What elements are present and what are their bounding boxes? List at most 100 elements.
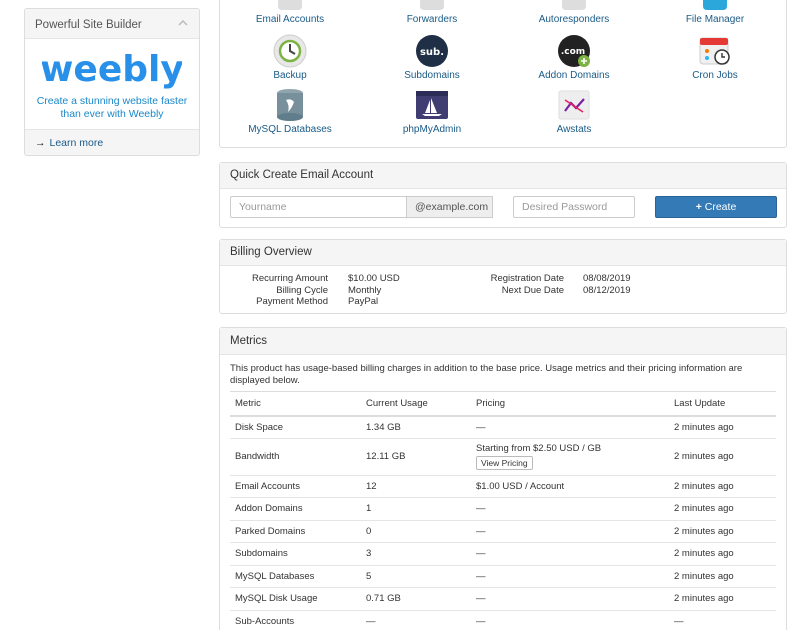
shortcut-cron-jobs[interactable]: Cron Jobs bbox=[645, 34, 785, 81]
table-row: Bandwidth 12.11 GB Starting from $2.50 U… bbox=[230, 438, 776, 476]
billing-label: Registration Date bbox=[490, 273, 564, 284]
metric-pricing: — bbox=[471, 542, 669, 566]
metric-usage: 12 bbox=[361, 475, 471, 498]
promo-description: Create a stunning website faster than ev… bbox=[36, 95, 188, 120]
subdomains-icon: sub. bbox=[416, 35, 448, 67]
svg-text:.com: .com bbox=[561, 47, 585, 57]
shortcut-autoresponders[interactable]: Autoresponders bbox=[504, 0, 644, 25]
table-row: Subdomains 3 — 2 minutes ago bbox=[230, 542, 776, 566]
metric-usage: 0 bbox=[361, 520, 471, 543]
promo-title: Powerful Site Builder bbox=[35, 19, 142, 31]
metric-name: MySQL Disk Usage bbox=[230, 587, 361, 611]
awstats-icon bbox=[558, 90, 590, 120]
shortcut-mysql-databases[interactable]: MySQL Databases bbox=[220, 88, 360, 135]
create-button[interactable]: + Create bbox=[655, 196, 777, 218]
cron-jobs-icon bbox=[699, 37, 730, 65]
metrics-title: Metrics bbox=[220, 328, 786, 355]
chevron-up-icon[interactable] bbox=[177, 17, 189, 29]
billing-value: 08/12/2019 bbox=[583, 285, 631, 296]
arrow-right-icon: → bbox=[35, 137, 46, 149]
forwarders-icon bbox=[420, 0, 444, 10]
billing-value: 08/08/2019 bbox=[583, 273, 631, 284]
metric-usage: — bbox=[361, 610, 471, 630]
shortcut-backup[interactable]: Backup bbox=[220, 34, 360, 81]
metric-name: Bandwidth bbox=[230, 438, 361, 476]
metric-name: MySQL Databases bbox=[230, 565, 361, 588]
metric-name: Addon Domains bbox=[230, 497, 361, 521]
metric-usage: 3 bbox=[361, 542, 471, 566]
table-row: Email Accounts 12 $1.00 USD / Account 2 … bbox=[230, 475, 776, 498]
shortcut-addon-domains[interactable]: .com Addon Domains bbox=[504, 34, 644, 81]
metric-pricing: — bbox=[471, 497, 669, 521]
svg-text:sub.: sub. bbox=[420, 47, 444, 58]
metric-pricing: — bbox=[471, 610, 669, 630]
metric-usage: 0.71 GB bbox=[361, 587, 471, 611]
email-icon bbox=[278, 0, 302, 10]
metrics-panel: Metrics This product has usage-based bil… bbox=[219, 327, 787, 630]
metric-updated: 2 minutes ago bbox=[669, 565, 776, 588]
backup-icon bbox=[273, 34, 307, 68]
quick-create-email-panel: Quick Create Email Account Yourname @exa… bbox=[219, 162, 787, 228]
metric-updated: 2 minutes ago bbox=[669, 415, 776, 439]
metric-updated: 2 minutes ago bbox=[669, 497, 776, 521]
view-pricing-button[interactable]: View Pricing bbox=[476, 456, 533, 470]
promo-panel-header: Powerful Site Builder bbox=[25, 9, 199, 39]
metric-pricing: — bbox=[471, 520, 669, 543]
billing-title: Billing Overview bbox=[220, 240, 786, 266]
username-input[interactable]: Yourname bbox=[230, 196, 407, 218]
shortcuts-panel: Email Accounts Forwarders Autoresponders… bbox=[219, 0, 787, 148]
table-row: MySQL Disk Usage 0.71 GB — 2 minutes ago bbox=[230, 587, 776, 611]
metrics-table: Metric Current Usage Pricing Last Update… bbox=[230, 391, 776, 630]
billing-value: $10.00 USD bbox=[348, 273, 400, 284]
metric-pricing: Starting from $2.50 USD / GB bbox=[476, 443, 602, 454]
metric-pricing: — bbox=[471, 415, 669, 439]
quick-create-title: Quick Create Email Account bbox=[220, 163, 786, 189]
billing-label: Billing Cycle bbox=[276, 285, 328, 296]
metric-pricing: — bbox=[471, 587, 669, 611]
column-header: Metric bbox=[230, 391, 361, 417]
billing-value: PayPal bbox=[348, 296, 379, 307]
metric-pricing: — bbox=[471, 565, 669, 588]
file-manager-icon bbox=[703, 0, 727, 10]
metric-updated: 2 minutes ago bbox=[669, 542, 776, 566]
shortcut-forwarders[interactable]: Forwarders bbox=[362, 0, 502, 25]
column-header: Last Update bbox=[669, 391, 776, 417]
metric-usage: 1 bbox=[361, 497, 471, 521]
shortcut-subdomains[interactable]: sub. Subdomains bbox=[362, 34, 502, 81]
shortcut-file-manager[interactable]: File Manager bbox=[645, 0, 785, 25]
metric-name: Parked Domains bbox=[230, 520, 361, 543]
metric-usage: 1.34 GB bbox=[361, 415, 471, 439]
svg-text:weebly: weebly bbox=[42, 49, 182, 90]
autoresponders-icon bbox=[562, 0, 586, 10]
metric-name: Sub-Accounts bbox=[230, 610, 361, 630]
metric-updated: 2 minutes ago bbox=[669, 438, 776, 476]
billing-value: Monthly bbox=[348, 285, 382, 296]
weebly-promo-panel: Powerful Site Builder weebly Create a st… bbox=[24, 8, 200, 156]
metrics-header-row: Metric Current Usage Pricing Last Update bbox=[230, 391, 776, 417]
password-input[interactable]: Desired Password bbox=[513, 196, 635, 218]
domain-suffix: @example.com bbox=[407, 196, 493, 218]
metric-updated: — bbox=[669, 610, 776, 630]
shortcut-email-accounts[interactable]: Email Accounts bbox=[220, 0, 360, 25]
billing-label: Next Due Date bbox=[501, 285, 564, 296]
shortcut-awstats[interactable]: Awstats bbox=[504, 88, 644, 135]
metric-updated: 2 minutes ago bbox=[669, 587, 776, 611]
metric-updated: 2 minutes ago bbox=[669, 520, 776, 543]
column-header: Pricing bbox=[471, 391, 669, 417]
learn-more-link[interactable]: → Learn more bbox=[25, 129, 199, 155]
metric-usage: 12.11 GB bbox=[361, 438, 471, 476]
metric-name: Subdomains bbox=[230, 542, 361, 566]
plus-icon: + bbox=[695, 201, 702, 213]
shortcut-phpmyadmin[interactable]: phpMyAdmin bbox=[362, 88, 502, 135]
metric-pricing-cell: Starting from $2.50 USD / GB View Pricin… bbox=[471, 438, 669, 476]
mysql-icon bbox=[277, 89, 303, 121]
metric-usage: 5 bbox=[361, 565, 471, 588]
metric-pricing: $1.00 USD / Account bbox=[471, 475, 669, 498]
billing-label: Recurring Amount bbox=[251, 273, 328, 284]
column-header: Current Usage bbox=[361, 391, 471, 417]
phpmyadmin-icon bbox=[416, 91, 448, 119]
billing-label: Payment Method bbox=[256, 296, 328, 307]
table-row: Disk Space 1.34 GB — 2 minutes ago bbox=[230, 415, 776, 439]
addon-domains-icon: .com bbox=[558, 35, 590, 67]
billing-overview-panel: Billing Overview Recurring Amount $10.00… bbox=[219, 239, 787, 314]
